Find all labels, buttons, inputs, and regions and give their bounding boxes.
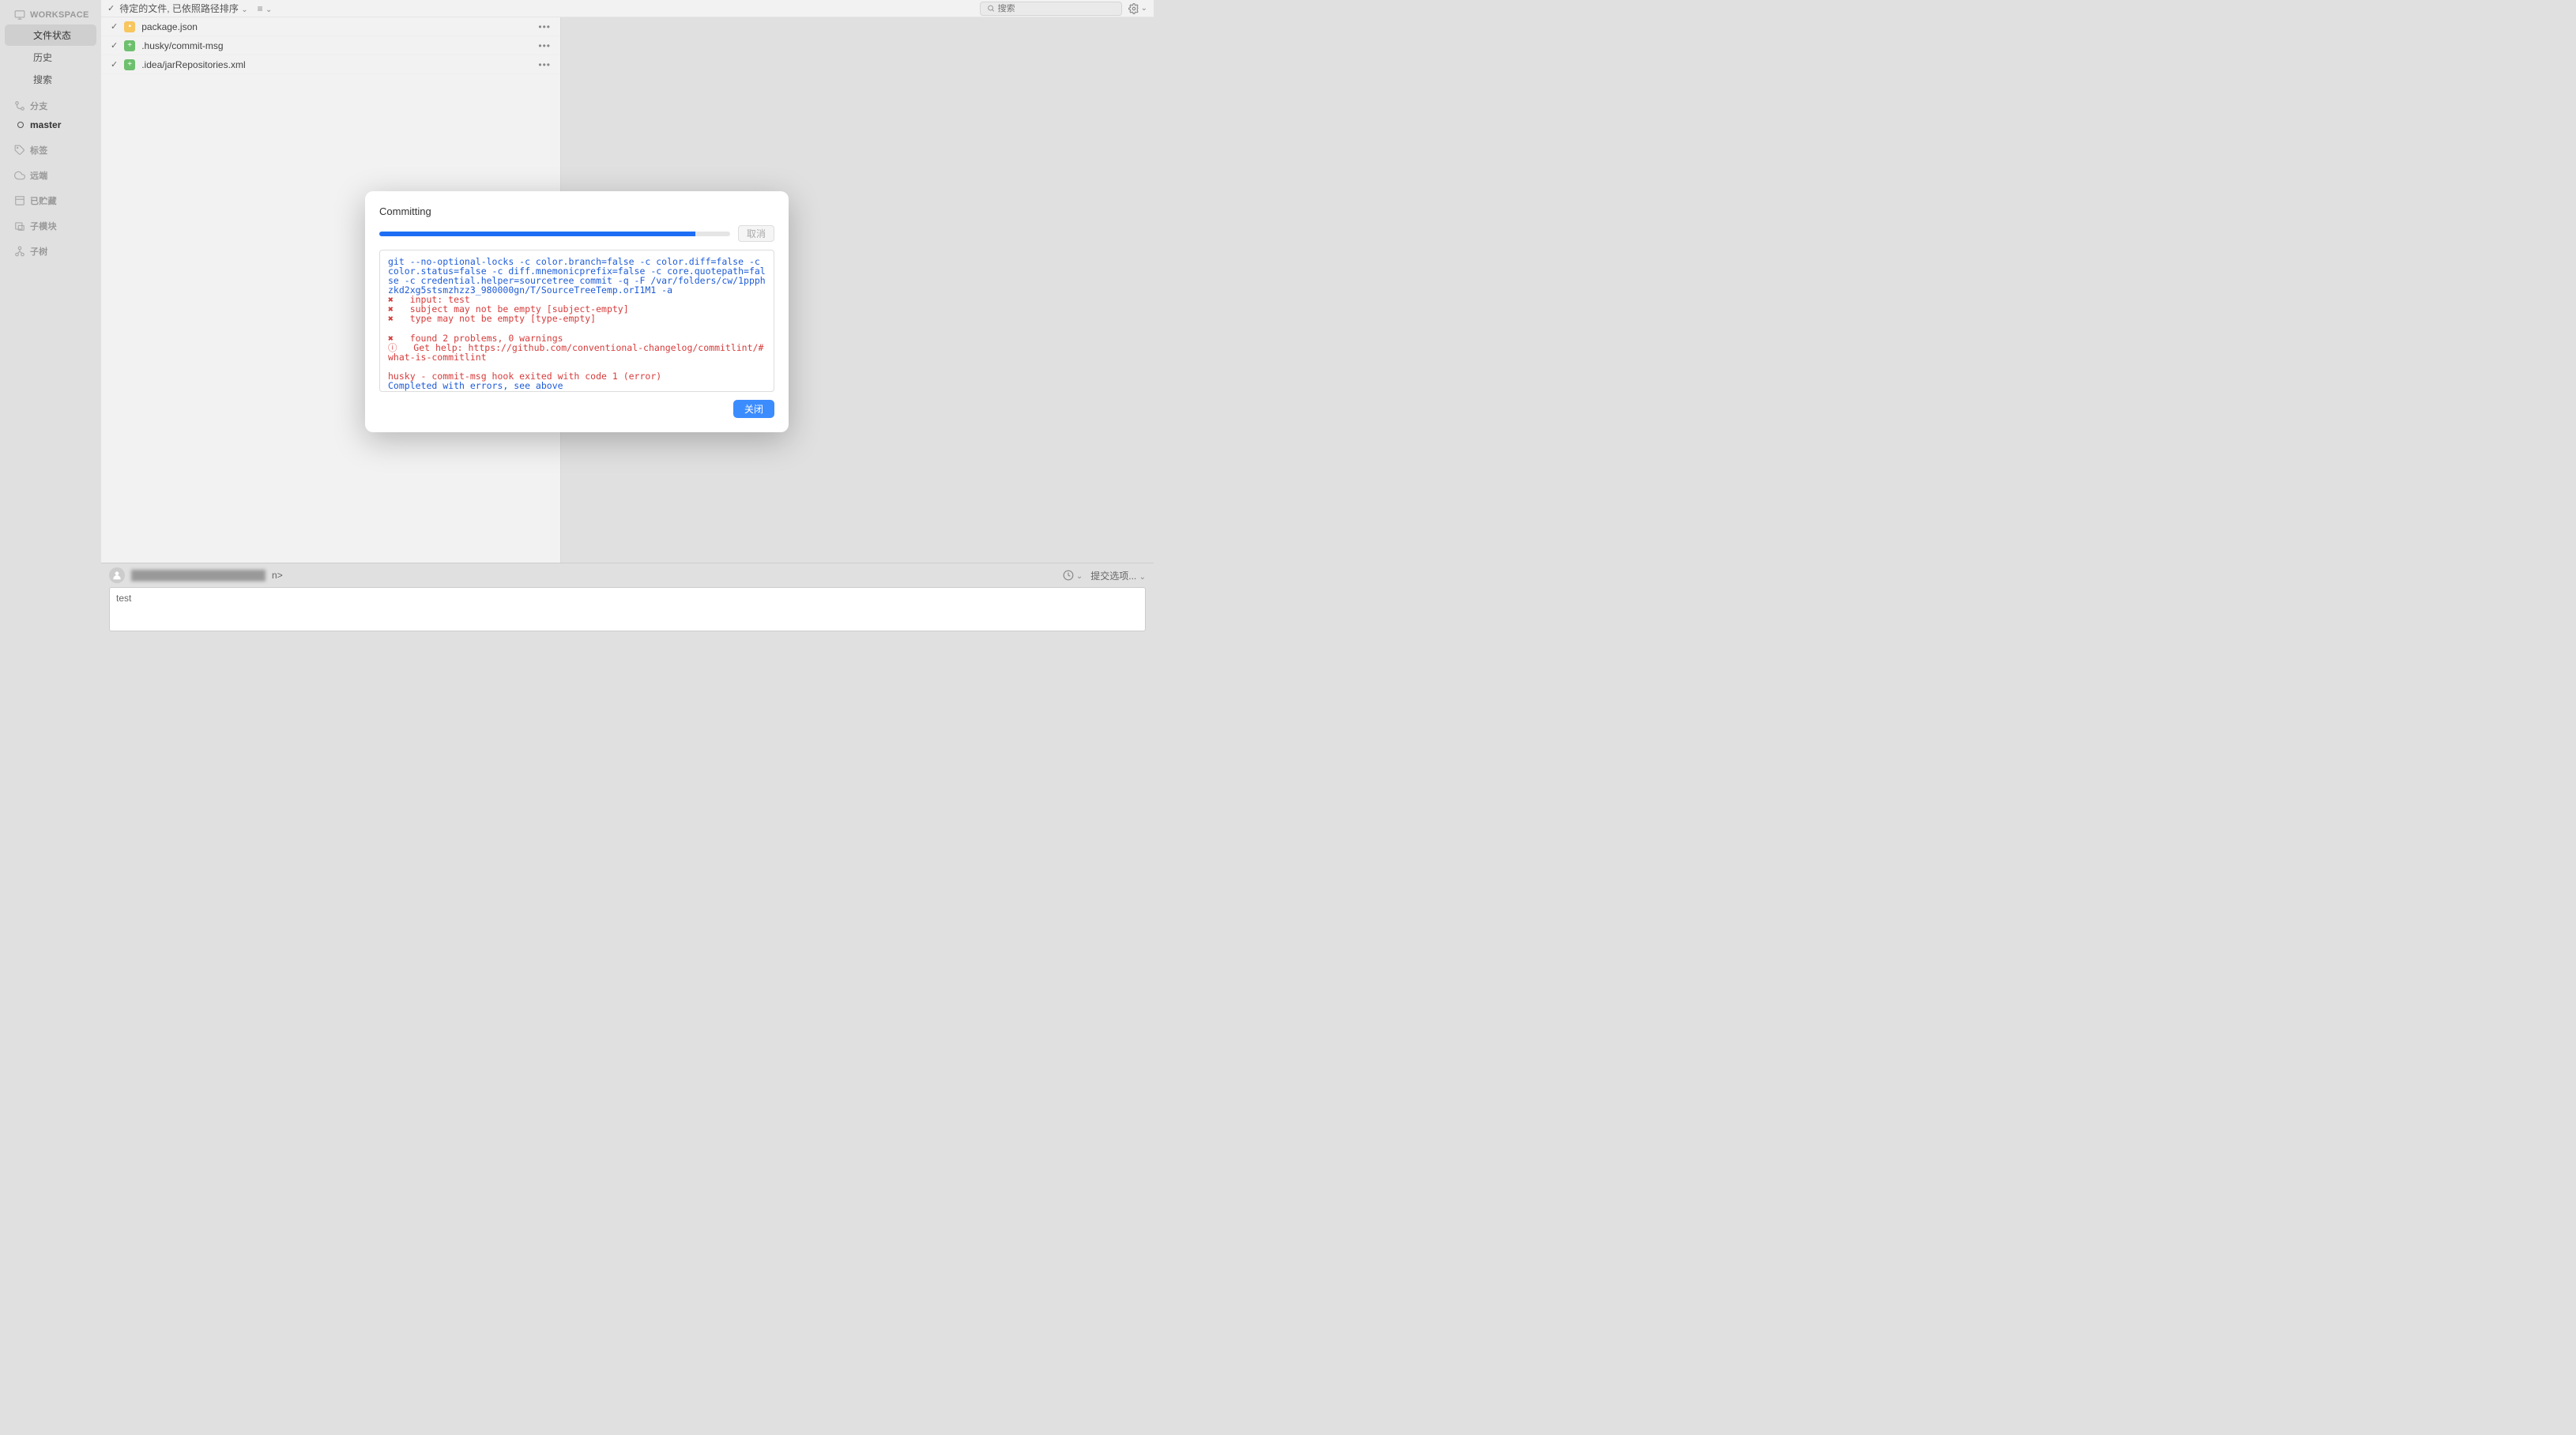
cancel-button[interactable]: 取消 — [738, 225, 774, 242]
progress-fill — [379, 232, 695, 236]
log-error: ✖ type may not be empty [type-empty] — [388, 313, 596, 324]
progress-bar — [379, 232, 730, 236]
modal-overlay: Committing 取消 git --no-optional-locks -c… — [0, 0, 1154, 642]
log-done: Completed with errors, see above — [388, 380, 563, 391]
log-help: ⓘ Get help: https://github.com/conventio… — [388, 342, 763, 363]
log-command: git --no-optional-locks -c color.branch=… — [388, 256, 766, 296]
committing-dialog: Committing 取消 git --no-optional-locks -c… — [365, 191, 789, 432]
dialog-title: Committing — [379, 205, 774, 217]
log-output[interactable]: git --no-optional-locks -c color.branch=… — [379, 250, 774, 392]
close-button[interactable]: 关闭 — [733, 400, 774, 418]
